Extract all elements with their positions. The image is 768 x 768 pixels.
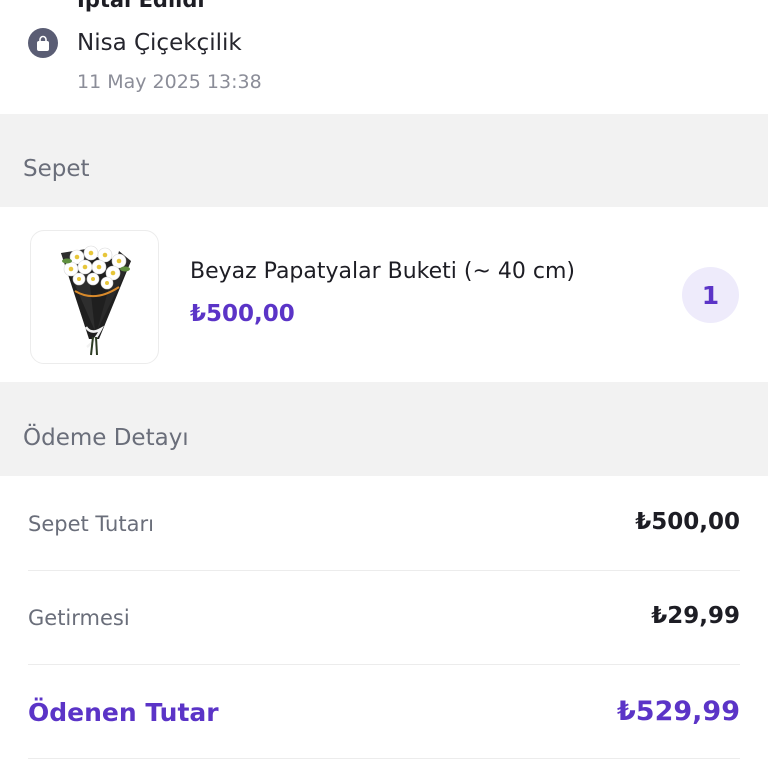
product-price: ₺500,00 (190, 301, 295, 327)
product-image[interactable] (30, 230, 159, 364)
shopping-bag-icon (28, 28, 58, 58)
delivery-fee-label: Getirmesi (28, 606, 130, 630)
product-name[interactable]: Beyaz Papatyalar Buketi (~ 40 cm) (190, 259, 575, 284)
order-date: 11 May 2025 13:38 (77, 71, 262, 93)
payment-details: Sepet Tutarı ₺500,00 Getirmesi ₺29,99 Öd… (0, 476, 768, 768)
subtotal-row: Sepet Tutarı ₺500,00 (28, 476, 740, 570)
payment-section-header: Ödeme Detayı (0, 382, 768, 476)
delivery-fee-value: ₺29,99 (651, 603, 740, 629)
basket-item[interactable]: Beyaz Papatyalar Buketi (~ 40 cm) ₺500,0… (0, 207, 768, 382)
subtotal-value: ₺500,00 (635, 509, 740, 535)
quantity-badge: 1 (682, 267, 739, 323)
total-value: ₺529,99 (617, 696, 740, 727)
payment-title: Ödeme Detayı (23, 425, 189, 451)
basket-section-header: Sepet (0, 114, 768, 207)
total-row: Ödenen Tutar ₺529,99 (28, 664, 740, 758)
store-row[interactable]: Nisa Çiçekçilik (28, 28, 242, 58)
order-status: İptal Edildi (77, 0, 205, 12)
basket-title: Sepet (23, 156, 90, 182)
order-header: İptal Edildi Nisa Çiçekçilik 11 May 2025… (0, 0, 768, 114)
delivery-fee-row: Getirmesi ₺29,99 (28, 570, 740, 664)
total-label: Ödenen Tutar (28, 698, 219, 727)
store-name[interactable]: Nisa Çiçekçilik (77, 30, 242, 56)
divider (28, 758, 740, 759)
subtotal-label: Sepet Tutarı (28, 512, 154, 536)
